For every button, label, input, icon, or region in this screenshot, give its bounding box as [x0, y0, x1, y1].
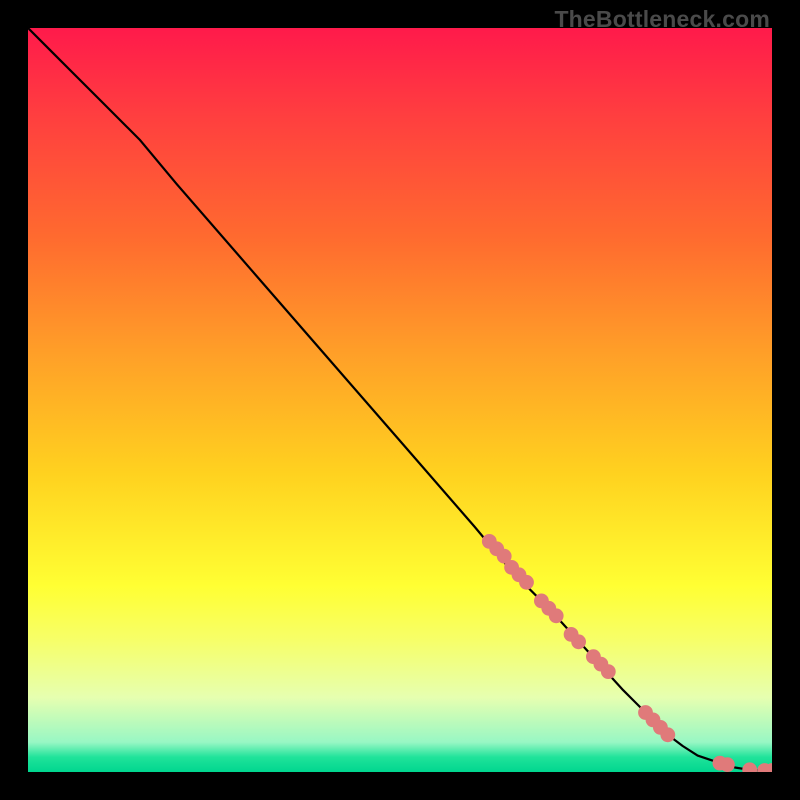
data-point	[586, 649, 601, 664]
data-point	[534, 594, 549, 609]
data-point	[571, 634, 586, 649]
data-point	[653, 720, 668, 735]
data-point	[594, 657, 609, 672]
chart-svg	[28, 28, 772, 772]
data-point	[564, 627, 579, 642]
data-point	[489, 541, 504, 556]
watermark-text: TheBottleneck.com	[554, 6, 770, 33]
plot-area	[28, 28, 772, 772]
curve-line	[28, 28, 772, 771]
data-point	[519, 575, 534, 590]
data-point	[504, 560, 519, 575]
data-point	[646, 713, 661, 728]
data-point	[742, 762, 757, 772]
data-point	[497, 549, 512, 564]
data-point	[757, 763, 772, 772]
data-point	[660, 727, 675, 742]
chart-frame: TheBottleneck.com	[0, 0, 800, 800]
data-point	[601, 664, 616, 679]
markers-group	[482, 534, 772, 772]
data-point	[720, 757, 735, 772]
data-point	[512, 567, 527, 582]
data-point	[482, 534, 497, 549]
data-point	[713, 756, 728, 771]
data-point	[549, 608, 564, 623]
data-point	[541, 601, 556, 616]
data-point	[638, 705, 653, 720]
data-point	[765, 763, 772, 772]
